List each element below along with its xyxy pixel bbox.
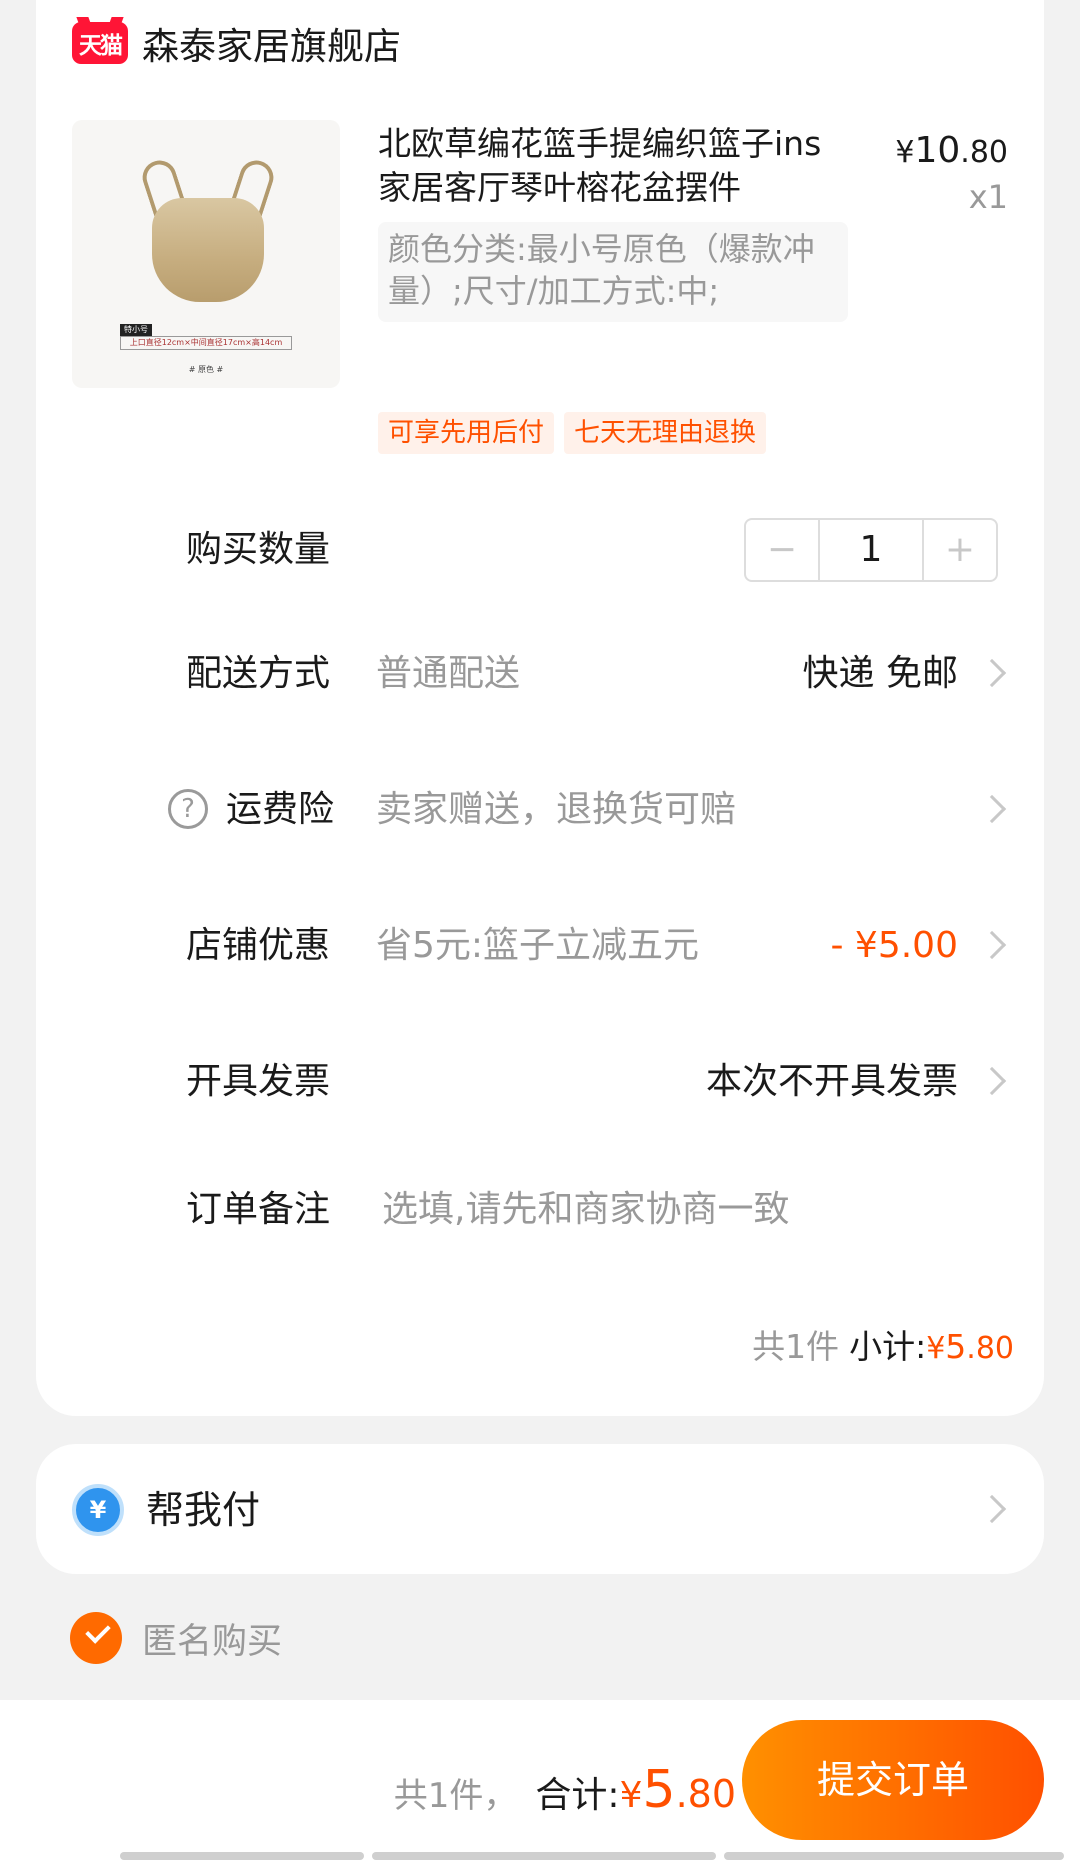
discount-desc: 省5元:篮子立减五元 bbox=[376, 925, 700, 966]
order-total: 共1件， 合计:¥5.80 bbox=[394, 1760, 736, 1820]
anonymous-label: 匿名购买 bbox=[142, 1621, 283, 1662]
unit-price-dec: .80 bbox=[960, 135, 1008, 170]
chevron-right-icon bbox=[977, 1494, 1007, 1524]
remark-row: 订单备注 选填,请先和商家协商一致 bbox=[36, 1180, 1044, 1240]
shop-name[interactable]: 森泰家居旗舰店 bbox=[142, 16, 401, 70]
subtotal-amount: ¥5.80 bbox=[926, 1327, 1014, 1366]
product-title[interactable]: 北欧草编花篮手提编织篮子ins家居客厅琴叶榕花盆摆件 bbox=[378, 122, 838, 210]
yen-coin-icon: ¥ bbox=[72, 1484, 124, 1536]
quantity-stepper[interactable]: − 1 + bbox=[744, 518, 998, 582]
pay-for-me-label: 帮我付 bbox=[146, 1488, 261, 1532]
nav-indicator bbox=[724, 1852, 1064, 1860]
chevron-right-icon bbox=[977, 1066, 1007, 1096]
discount-label: 店铺优惠 bbox=[186, 925, 331, 966]
total-amount: ¥5.80 bbox=[620, 1760, 736, 1820]
unit-price: ¥10.80 bbox=[895, 130, 1008, 171]
unit-price-symbol: ¥ bbox=[895, 135, 915, 170]
image-size-text: 上口直径12cm×中间直径17cm×高14cm bbox=[120, 336, 292, 350]
total-dec: .80 bbox=[675, 1772, 736, 1816]
subtotal: 共1件 小计:¥5.80 bbox=[752, 1320, 1014, 1368]
product-image[interactable]: 特小号 上口直径12cm×中间直径17cm×高14cm # 原色 # bbox=[72, 120, 340, 388]
chevron-right-icon bbox=[977, 794, 1007, 824]
chevron-right-icon bbox=[977, 658, 1007, 688]
subtotal-int: 5 bbox=[945, 1327, 967, 1366]
question-icon[interactable]: ? bbox=[168, 789, 208, 829]
delivery-label: 配送方式 bbox=[186, 653, 331, 694]
invoice-row[interactable]: 开具发票 本次不开具发票 bbox=[36, 1052, 1044, 1112]
remark-label: 订单备注 bbox=[186, 1189, 331, 1230]
nav-indicator bbox=[372, 1852, 716, 1860]
discount-amount: - ¥5.00 bbox=[830, 925, 959, 966]
quantity-value[interactable]: 1 bbox=[818, 520, 924, 580]
subtotal-label: 小计: bbox=[849, 1327, 927, 1366]
tag-pay-later: 可享先用后付 bbox=[378, 412, 555, 454]
increment-button[interactable]: + bbox=[924, 520, 996, 580]
insurance-desc: 卖家赠送，退换货可赔 bbox=[376, 789, 737, 830]
delivery-type: 普通配送 bbox=[376, 653, 521, 694]
basket-body bbox=[152, 198, 264, 302]
image-size-tag: 特小号 bbox=[120, 324, 152, 336]
bottom-bar: 共1件， 合计:¥5.80 提交订单 bbox=[0, 1700, 1080, 1860]
item-quantity: x1 bbox=[968, 178, 1008, 216]
nav-indicator bbox=[120, 1852, 364, 1860]
checkmark-icon[interactable] bbox=[70, 1612, 122, 1664]
anonymous-purchase[interactable]: 匿名购买 bbox=[70, 1612, 282, 1664]
total-int: 5 bbox=[642, 1760, 676, 1820]
service-tags: 可享先用后付 七天无理由退换 bbox=[378, 412, 767, 454]
subtotal-count: 共1件 bbox=[752, 1327, 840, 1366]
subtotal-symbol: ¥ bbox=[926, 1331, 946, 1366]
quantity-label: 购买数量 bbox=[186, 529, 331, 570]
checkout-page: 天猫 森泰家居旗舰店 特小号 上口直径12cm×中间直径17cm×高14cm #… bbox=[0, 0, 1080, 1860]
invoice-label: 开具发票 bbox=[186, 1061, 331, 1102]
shipping-insurance-row[interactable]: ? 运费险 卖家赠送，退换货可赔 bbox=[36, 780, 1044, 840]
remark-input[interactable]: 选填,请先和商家协商一致 bbox=[382, 1180, 789, 1240]
unit-price-int: 10 bbox=[914, 130, 961, 171]
shop-header[interactable]: 天猫 森泰家居旗舰店 bbox=[72, 14, 401, 72]
subtotal-dec: .80 bbox=[966, 1331, 1014, 1366]
total-label: 合计: bbox=[535, 1775, 620, 1816]
total-count: 共1件， bbox=[393, 1776, 518, 1816]
invoice-value: 本次不开具发票 bbox=[705, 1061, 958, 1102]
total-symbol: ¥ bbox=[619, 1775, 643, 1816]
delivery-row[interactable]: 配送方式 普通配送 快递 免邮 bbox=[36, 644, 1044, 704]
chevron-right-icon bbox=[977, 930, 1007, 960]
insurance-label: 运费险 bbox=[226, 789, 335, 830]
delivery-value: 快递 免邮 bbox=[802, 653, 958, 694]
sku-description[interactable]: 颜色分类:最小号原色（爆款冲量）;尺寸/加工方式:中; bbox=[378, 222, 848, 322]
tmall-logo-icon: 天猫 bbox=[72, 22, 128, 64]
tag-seven-day-return: 七天无理由退换 bbox=[564, 412, 767, 454]
decrement-button[interactable]: − bbox=[746, 520, 818, 580]
image-color-text: # 原色 # bbox=[188, 365, 224, 374]
submit-order-button[interactable]: 提交订单 bbox=[742, 1720, 1044, 1840]
order-card: 天猫 森泰家居旗舰店 特小号 上口直径12cm×中间直径17cm×高14cm #… bbox=[36, 0, 1044, 1416]
pay-for-me-row[interactable]: ¥ 帮我付 bbox=[36, 1444, 1044, 1574]
shop-discount-row[interactable]: 店铺优惠 省5元:篮子立减五元 - ¥5.00 bbox=[36, 916, 1044, 976]
